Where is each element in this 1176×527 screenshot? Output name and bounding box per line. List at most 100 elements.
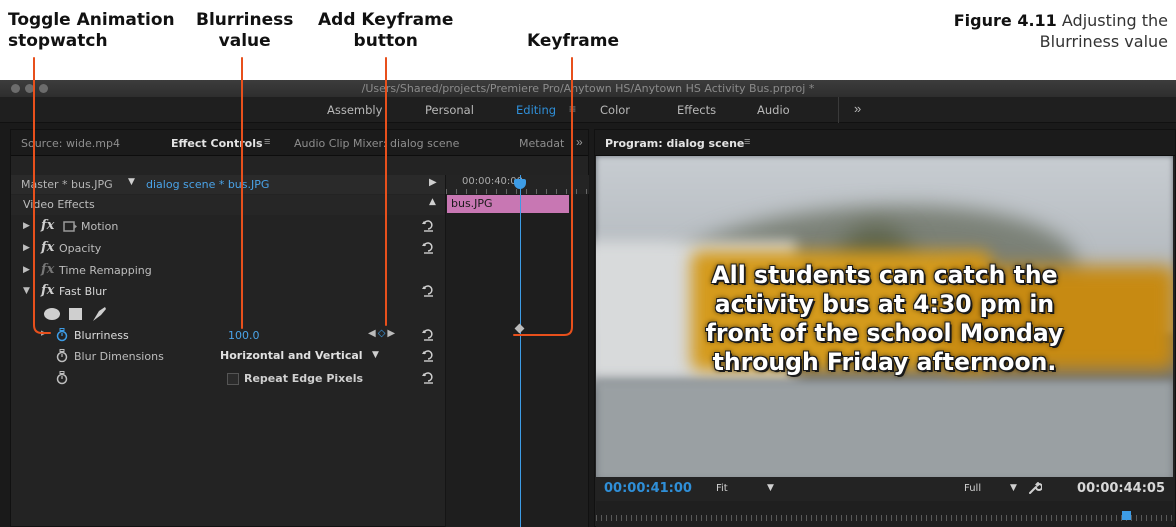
effect-timeline[interactable]: 00:00:40:00 bus.JPG: [445, 175, 589, 527]
effect-label-opacity: Opacity: [59, 242, 102, 255]
callout-line: button: [353, 31, 418, 51]
property-row-repeat-edge: Repeat Edge Pixels: [11, 368, 445, 390]
blur-dimensions-select[interactable]: Horizontal and Vertical: [220, 349, 363, 362]
playhead[interactable]: [520, 175, 521, 527]
premiere-window: /Users/Shared/projects/Premiere Pro/Anyt…: [0, 80, 1176, 527]
section-label: Video Effects: [23, 198, 95, 211]
stopwatch-icon[interactable]: [56, 371, 68, 385]
pen-mask-icon[interactable]: [93, 307, 106, 321]
current-timecode[interactable]: 00:00:41:00: [604, 481, 692, 496]
mask-tools-row: [11, 303, 445, 325]
workspace-tab-effects[interactable]: Effects: [677, 103, 716, 117]
workspace-tab-assembly[interactable]: Assembly: [327, 103, 382, 117]
workspace-tab-audio[interactable]: Audio: [757, 103, 790, 117]
property-row-blur-dimensions: Blur Dimensions Horizontal and Vertical …: [11, 346, 445, 368]
callout-blurriness-value: Blurriness value: [196, 10, 293, 52]
repeat-edge-checkbox[interactable]: [227, 373, 239, 385]
scroll-up-icon[interactable]: ▲: [429, 197, 436, 207]
reset-icon[interactable]: [421, 283, 435, 297]
master-clip-row: Master * bus.JPG ▼ dialog scene * bus.JP…: [11, 175, 445, 194]
motion-transform-icon[interactable]: [63, 221, 77, 232]
chevron-down-icon[interactable]: ▼: [128, 177, 135, 187]
workspace-tab-color[interactable]: Color: [600, 103, 630, 117]
chevron-down-icon[interactable]: ▼: [767, 483, 774, 493]
ruler-ticks: [446, 189, 589, 194]
fx-icon[interactable]: fx: [41, 283, 54, 298]
tab-metadata[interactable]: Metadat: [519, 137, 564, 150]
effect-controls-panel: Source: wide.mp4 Effect Controls ≡ Audio…: [10, 129, 589, 527]
keyframe-navigator: ◀◇▶: [368, 328, 397, 339]
zoom-fit-select[interactable]: Fit: [716, 483, 728, 494]
effect-controls-content: Master * bus.JPG ▼ dialog scene * bus.JP…: [11, 157, 589, 527]
workspace-tab-personal[interactable]: Personal: [425, 103, 474, 117]
property-row-blurriness: ▶ Blurriness 100.0 ◀◇▶: [11, 325, 445, 347]
program-controls-bar: 00:00:41:00 Fit ▼ Full ▼ 00:00:44:05: [596, 477, 1173, 501]
property-label-blur-dimensions: Blur Dimensions: [74, 350, 164, 363]
chevron-down-icon[interactable]: ▼: [1010, 483, 1017, 493]
workspace-divider: [838, 97, 839, 123]
resolution-select[interactable]: Full: [964, 483, 981, 494]
blurriness-value[interactable]: 100.0: [228, 329, 260, 342]
effect-row-time-remapping: ▶ fx Time Remapping: [11, 260, 445, 282]
reset-icon[interactable]: [421, 370, 435, 384]
expand-triangle-icon[interactable]: ▶: [23, 265, 30, 275]
rectangle-mask-icon[interactable]: [69, 308, 82, 320]
clip-bar[interactable]: bus.JPG: [447, 195, 569, 213]
reset-icon[interactable]: [421, 218, 435, 232]
collapse-triangle-icon[interactable]: ▼: [23, 286, 30, 296]
effect-row-opacity: ▶ fx Opacity: [11, 238, 445, 260]
expand-triangle-icon[interactable]: ▶: [23, 243, 30, 253]
callout-add-keyframe: Add Keyframe button: [318, 10, 453, 52]
stopwatch-icon[interactable]: [56, 328, 68, 342]
expand-triangle-icon[interactable]: ▶: [23, 221, 30, 231]
playhead-handle[interactable]: [1122, 511, 1131, 520]
tab-program[interactable]: Program: dialog scene: [605, 137, 744, 150]
workspace-bar: Assembly Personal Editing ≡ Color Effect…: [0, 97, 1176, 123]
sequence-clip-label[interactable]: dialog scene * bus.JPG: [146, 178, 269, 191]
fx-icon: fx: [41, 262, 55, 277]
callout-line: value: [218, 31, 271, 51]
program-time-ruler[interactable]: [596, 501, 1173, 527]
clip-name: bus.JPG: [451, 197, 493, 210]
tab-effect-controls[interactable]: Effect Controls: [171, 137, 263, 150]
previous-keyframe-icon[interactable]: ◀: [368, 328, 378, 339]
panel-overflow-icon[interactable]: »: [576, 135, 583, 149]
mask-tools: [44, 307, 106, 321]
add-keyframe-button[interactable]: ◇: [378, 328, 388, 339]
video-ground: [596, 381, 1173, 477]
figure-text: Adjusting the Blurriness value: [1039, 11, 1168, 51]
expand-triangle-icon[interactable]: ▶: [41, 329, 46, 337]
reset-icon[interactable]: [421, 327, 435, 341]
workspace-tab-editing[interactable]: Editing: [516, 103, 556, 117]
effect-row-motion: ▶ fx Motion: [11, 216, 445, 238]
callout-line: stopwatch: [8, 31, 108, 51]
fx-icon[interactable]: fx: [41, 218, 54, 233]
chevron-down-icon[interactable]: ▼: [372, 350, 379, 360]
master-clip-label[interactable]: Master * bus.JPG: [21, 178, 113, 191]
figure-caption: Figure 4.11 Adjusting the Blurriness val…: [918, 10, 1168, 52]
wrench-icon[interactable]: [1028, 481, 1042, 495]
next-keyframe-icon[interactable]: ▶: [387, 328, 397, 339]
ellipse-mask-icon[interactable]: [44, 308, 60, 320]
effect-label-motion: Motion: [81, 220, 119, 233]
panel-menu-icon[interactable]: ≡: [264, 136, 270, 148]
workspace-overflow-icon[interactable]: »: [854, 101, 861, 116]
stopwatch-icon[interactable]: [56, 349, 68, 363]
tab-source[interactable]: Source: wide.mp4: [21, 137, 120, 150]
reset-icon[interactable]: [421, 240, 435, 254]
keyframe-marker[interactable]: [514, 323, 525, 334]
panel-menu-icon[interactable]: ≡: [744, 136, 750, 148]
window-title: /Users/Shared/projects/Premiere Pro/Anyt…: [361, 82, 815, 95]
reset-icon[interactable]: [421, 348, 435, 362]
caption-line: activity bus at 4:30 pm in: [714, 290, 1055, 318]
ruler-ticks: [596, 515, 1173, 521]
tab-audio-clip-mixer[interactable]: Audio Clip Mixer: dialog scene: [294, 137, 459, 150]
fx-icon[interactable]: fx: [41, 240, 54, 255]
program-video-frame: All students can catch the activity bus …: [596, 156, 1173, 477]
workspace-menu-icon[interactable]: ≡: [569, 102, 576, 116]
program-tabs: Program: dialog scene ≡: [595, 130, 1175, 156]
left-panel-tabs: Source: wide.mp4 Effect Controls ≡ Audio…: [11, 130, 588, 156]
callout-keyframe: Keyframe: [527, 31, 619, 52]
program-monitor-panel: Program: dialog scene ≡ All students can…: [594, 129, 1176, 527]
play-arrow-icon[interactable]: ▶: [429, 177, 437, 188]
